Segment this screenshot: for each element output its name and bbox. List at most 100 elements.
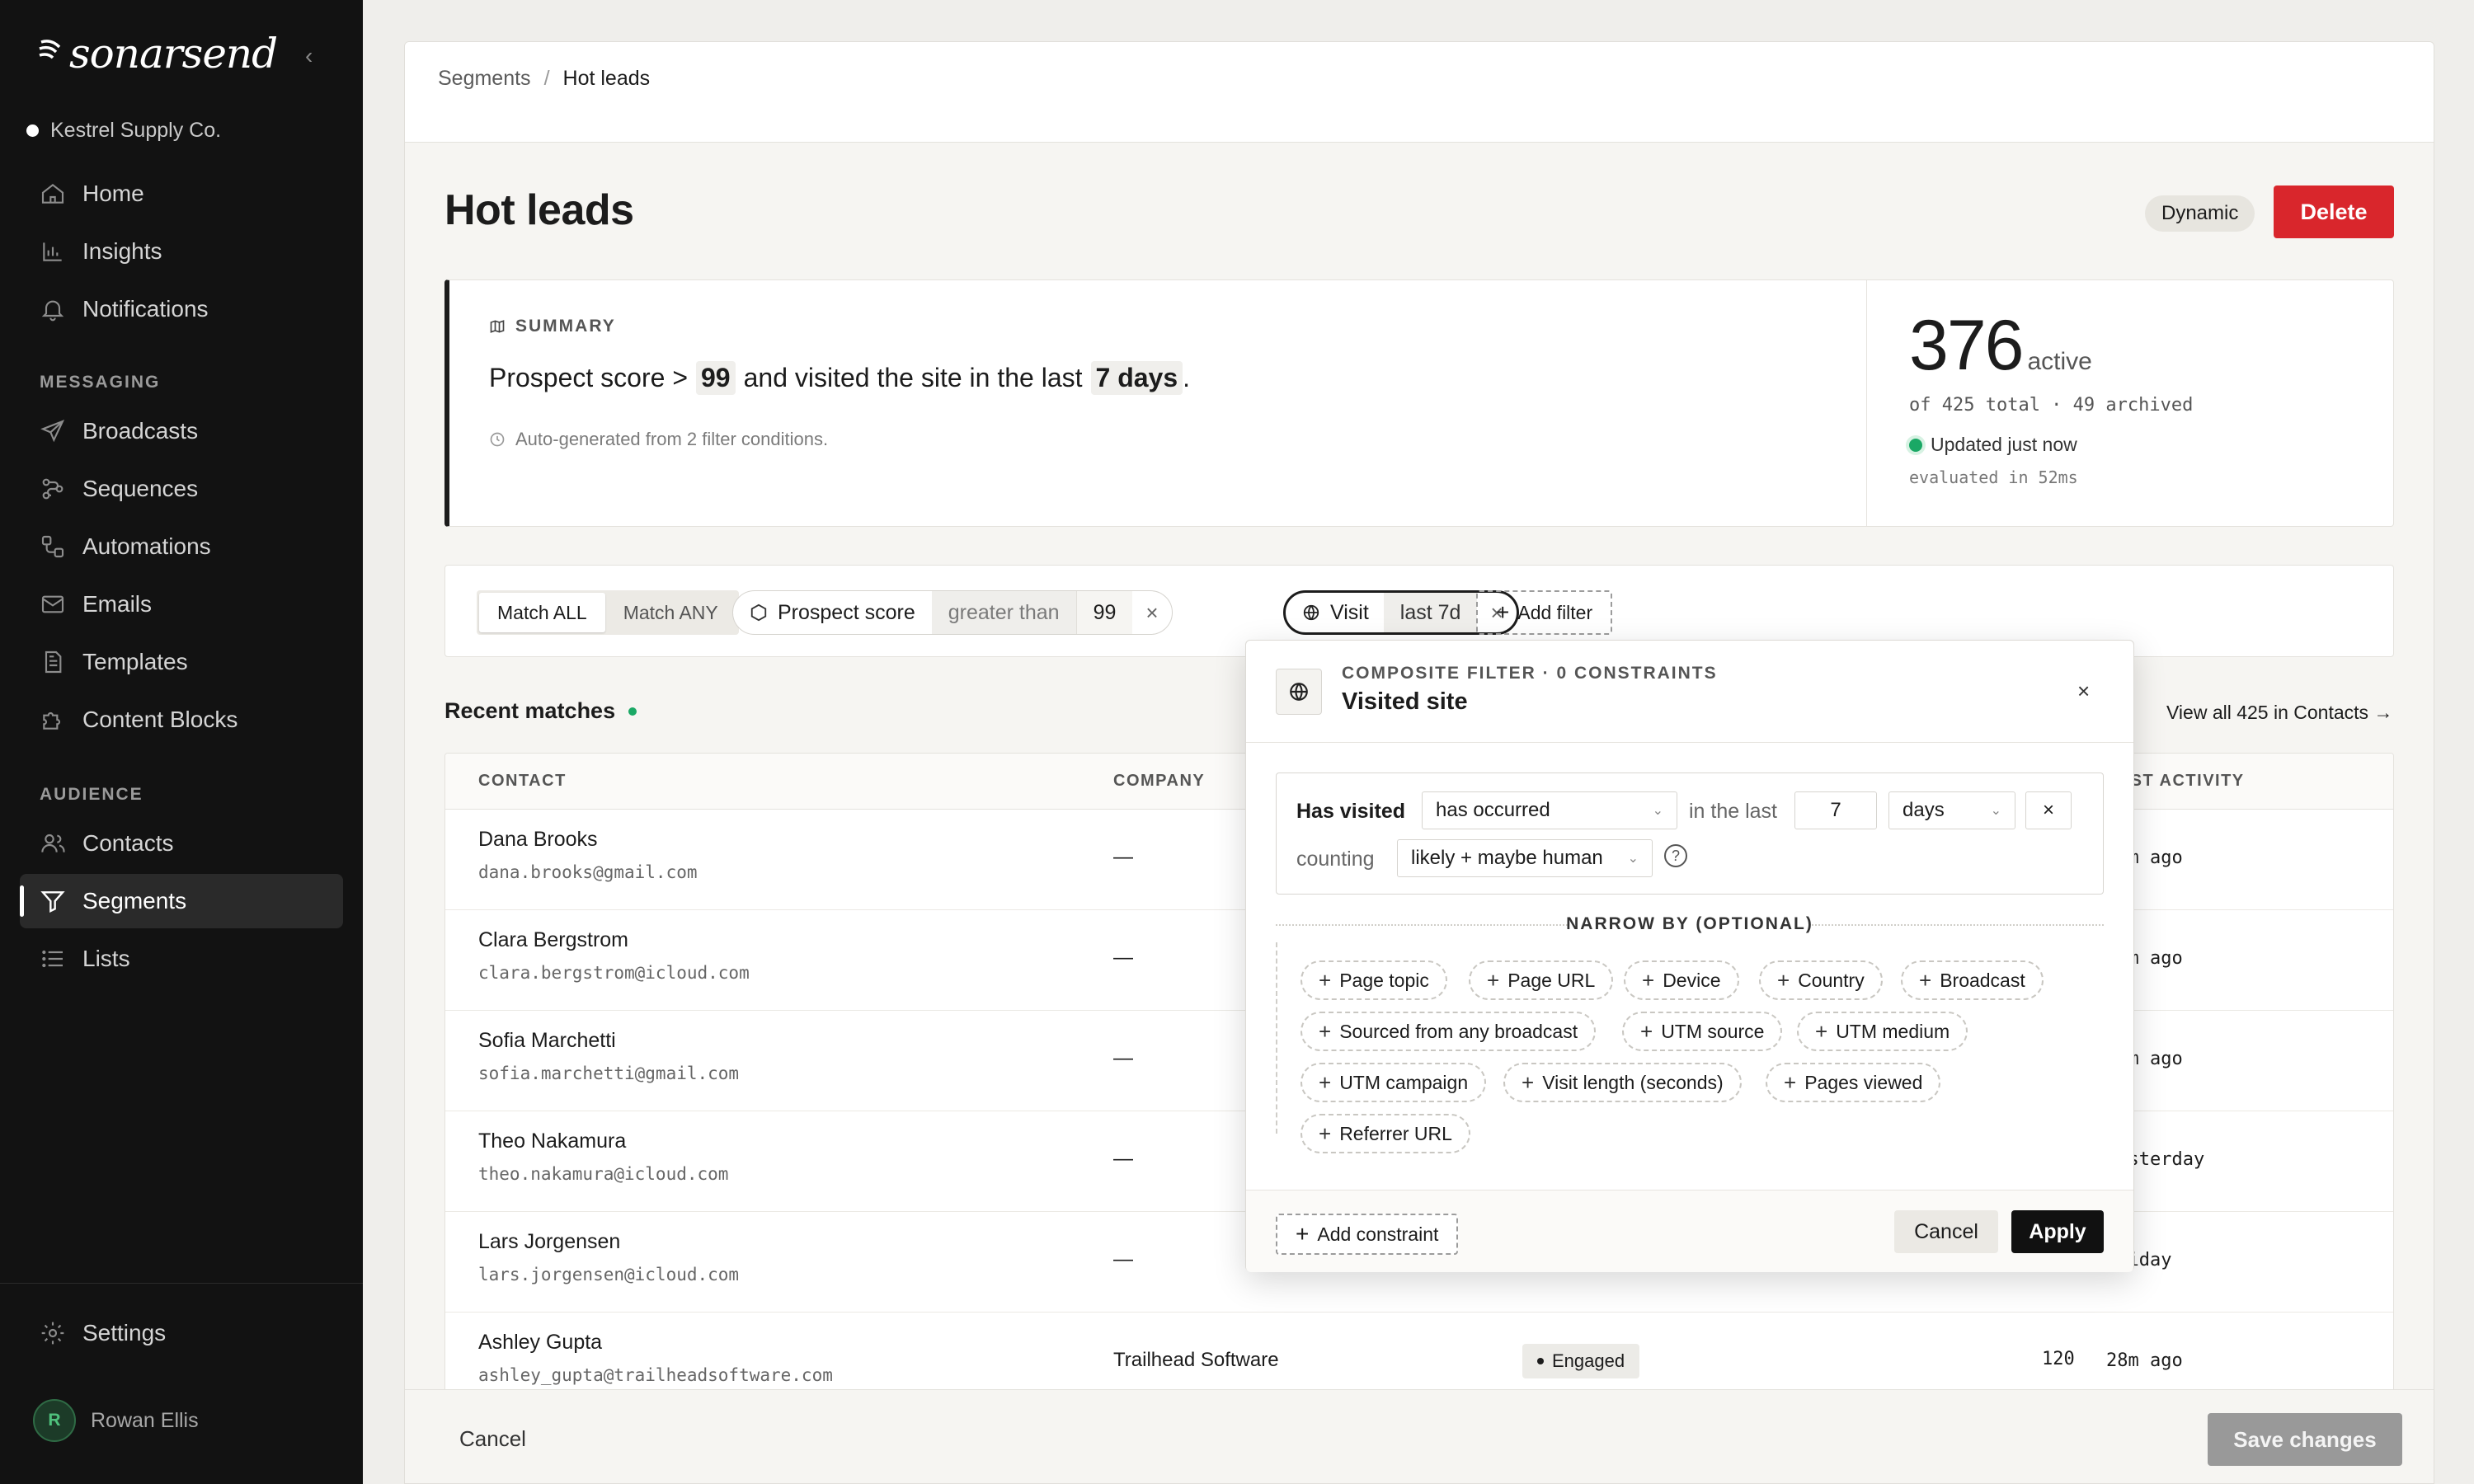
nav-automations[interactable]: Automations	[20, 519, 343, 574]
org-name: Kestrel Supply Co.	[50, 119, 222, 142]
nav-templates[interactable]: Templates	[20, 635, 343, 689]
cancel-button[interactable]: Cancel	[459, 1426, 526, 1452]
summary-note: Auto-generated from 2 filter conditions.	[489, 429, 828, 450]
collapse-sidebar-icon[interactable]: ‹	[305, 45, 313, 68]
add-filter-label: Add filter	[1517, 601, 1593, 623]
gear-icon	[41, 1322, 64, 1345]
narrow-option-page-topic[interactable]: + Page topic	[1300, 960, 1447, 1000]
summary-note-text: Auto-generated from 2 filter conditions.	[515, 429, 829, 449]
narrow-option-utm-campaign[interactable]: + UTM campaign	[1300, 1063, 1487, 1102]
narrow-option-visit-length[interactable]: + Visit length (seconds)	[1503, 1063, 1742, 1102]
narrow-option-utm-medium[interactable]: + UTM medium	[1797, 1012, 1968, 1051]
nav-emails[interactable]: Emails	[20, 577, 343, 632]
narrow-option-country[interactable]: + Country	[1759, 960, 1883, 1000]
sidebar-divider	[0, 1283, 363, 1284]
contact-email: ashley_gupta@trailheadsoftware.com	[478, 1365, 833, 1385]
remove-condition-button[interactable]: ×	[2025, 791, 2072, 829]
contact-email: clara.bergstrom@icloud.com	[478, 963, 750, 983]
live-indicator	[628, 707, 637, 716]
popover-cancel-button[interactable]: Cancel	[1894, 1210, 1998, 1253]
plus-icon: +	[1784, 1069, 1797, 1095]
narrow-option-label: UTM source	[1661, 1020, 1765, 1042]
contact-name: Ashley Gupta	[478, 1331, 603, 1354]
prospect-score: 120	[2042, 1349, 2075, 1369]
summary-window-value: 7 days	[1090, 361, 1183, 395]
add-filter-button[interactable]: + Add filter	[1476, 590, 1613, 635]
last-activity: 28m ago	[2106, 1350, 2183, 1371]
help-icon[interactable]: ?	[1664, 844, 1687, 867]
has-visited-label: Has visited	[1296, 800, 1406, 823]
nav-segments[interactable]: Segments	[20, 874, 343, 928]
summary-divider	[1866, 280, 1867, 526]
popover-footer: + Add constraint Cancel Apply	[1246, 1190, 2133, 1272]
user-menu[interactable]: R Rowan Ellis	[33, 1399, 199, 1442]
unit-value: days	[1903, 799, 1945, 821]
contact-name: Sofia Marchetti	[478, 1029, 616, 1052]
chip-field[interactable]: Prospect score	[733, 591, 932, 634]
narrow-option-utm-source[interactable]: + UTM source	[1622, 1012, 1783, 1051]
nav-notifications[interactable]: Notifications	[20, 282, 343, 336]
filter-chip-prospect-score[interactable]: Prospect score greater than 99 ×	[732, 590, 1173, 635]
view-all-link[interactable]: View all 425 in Contacts →	[2166, 702, 2392, 724]
plus-icon: +	[1496, 599, 1510, 625]
nav-settings[interactable]: Settings	[20, 1306, 343, 1360]
chip-value[interactable]: last 7d	[1383, 593, 1478, 632]
contact-company: —	[1113, 1248, 1133, 1270]
narrow-option-sourced-from-broadcast[interactable]: + Sourced from any broadcast	[1300, 1012, 1597, 1051]
breadcrumb-separator: /	[543, 67, 550, 90]
contact-name: Dana Brooks	[478, 828, 598, 851]
save-changes-button[interactable]: Save changes	[2208, 1413, 2402, 1466]
contact-name: Theo Nakamura	[478, 1129, 627, 1153]
nav-home[interactable]: Home	[20, 167, 343, 221]
breadcrumb-segments[interactable]: Segments	[438, 67, 531, 91]
map-icon	[490, 320, 505, 333]
nav-contacts[interactable]: Contacts	[20, 816, 343, 871]
delete-button[interactable]: Delete	[2274, 186, 2394, 238]
nav-content-blocks[interactable]: Content Blocks	[20, 693, 343, 747]
plus-icon: +	[1640, 1018, 1653, 1044]
chip-operator[interactable]: greater than	[931, 591, 1076, 634]
nav-sequences[interactable]: Sequences	[20, 462, 343, 516]
add-constraint-button[interactable]: + Add constraint	[1276, 1214, 1459, 1255]
match-any-option[interactable]: Match ANY	[605, 593, 736, 632]
summary-card: SUMMARY Prospect score > 99 and visited …	[444, 279, 2394, 527]
brand-logo[interactable]: sonarsend	[36, 30, 278, 77]
unit-select[interactable]: days ⌄	[1888, 791, 2015, 829]
narrow-option-referrer-url[interactable]: + Referrer URL	[1300, 1114, 1470, 1153]
popover-apply-button[interactable]: Apply	[2011, 1210, 2104, 1253]
remove-filter-icon[interactable]: ×	[1132, 600, 1171, 626]
chip-value[interactable]: 99	[1075, 591, 1133, 634]
composite-filter-popover: COMPOSITE FILTER · 0 CONSTRAINTS Visited…	[1245, 640, 2134, 1272]
segment-type-badge: Dynamic	[2145, 195, 2255, 232]
column-company[interactable]: COMPANY	[1113, 772, 1205, 791]
column-contact[interactable]: CONTACT	[478, 772, 567, 791]
chip-field[interactable]: Visit	[1286, 593, 1384, 632]
send-icon	[40, 420, 65, 443]
narrow-option-label: Sourced from any broadcast	[1339, 1020, 1578, 1042]
nav-notifications-label: Notifications	[82, 296, 209, 322]
occurrence-select[interactable]: has occurred ⌄	[1422, 791, 1677, 829]
contact-email: lars.jorgensen@icloud.com	[478, 1265, 740, 1284]
nav-broadcasts[interactable]: Broadcasts	[20, 404, 343, 458]
plus-icon: +	[1815, 1018, 1828, 1044]
home-icon	[41, 183, 64, 204]
narrow-option-page-url[interactable]: + Page URL	[1469, 960, 1614, 1000]
plus-icon: +	[1319, 1069, 1332, 1095]
narrow-option-device[interactable]: + Device	[1624, 960, 1739, 1000]
narrow-option-broadcast[interactable]: + Broadcast	[1901, 960, 2044, 1000]
org-switcher[interactable]: Kestrel Supply Co.	[26, 119, 221, 143]
match-all-option[interactable]: Match ALL	[479, 593, 605, 632]
top-bar: Segments / Hot leads	[405, 42, 2434, 143]
nav-sequences-label: Sequences	[82, 476, 199, 501]
close-icon[interactable]: ×	[2077, 679, 2090, 704]
human-filter-select[interactable]: likely + maybe human ⌄	[1397, 839, 1653, 877]
amount-input[interactable]: 7	[1794, 791, 1877, 829]
nav-insights[interactable]: Insights	[20, 224, 343, 279]
narrow-option-label: Visit length (seconds)	[1542, 1071, 1724, 1093]
plus-icon: +	[1642, 967, 1655, 993]
document-icon	[45, 650, 62, 674]
nav-lists[interactable]: Lists	[20, 932, 343, 986]
total-count: of 425 total · 49 archived	[1909, 395, 2194, 416]
narrow-option-pages-viewed[interactable]: + Pages viewed	[1766, 1063, 1941, 1102]
bar-chart-icon	[43, 242, 62, 261]
